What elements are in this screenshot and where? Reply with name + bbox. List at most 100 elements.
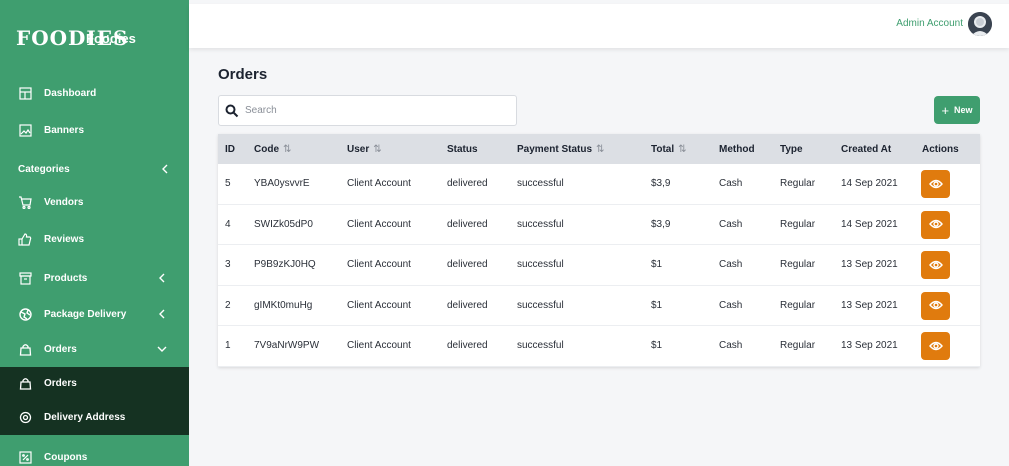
eye-icon bbox=[928, 177, 943, 192]
cell-id: 1 bbox=[225, 340, 231, 352]
avatar[interactable] bbox=[968, 12, 992, 36]
col-payment-status[interactable]: Payment Status ⇅ bbox=[517, 144, 604, 155]
cell-total: $3,9 bbox=[651, 178, 671, 190]
sidebar-item-label: Dashboard bbox=[44, 87, 97, 99]
cell-id: 3 bbox=[225, 259, 231, 271]
col-type: Type bbox=[780, 143, 803, 155]
sort-icon[interactable]: ⇅ bbox=[596, 144, 604, 155]
sidebar-item-label: Reviews bbox=[44, 233, 85, 245]
view-order-button[interactable] bbox=[921, 210, 950, 239]
brand-name: Foodies bbox=[86, 30, 136, 46]
thumbs-up-icon bbox=[18, 232, 32, 246]
sort-icon[interactable]: ⇅ bbox=[373, 144, 381, 155]
topbar: Admin Account bbox=[189, 4, 1009, 48]
globe-icon bbox=[18, 307, 32, 321]
cell-method: Cash bbox=[719, 218, 743, 230]
cell-payment-status: successful bbox=[517, 178, 564, 190]
cell-created-at: 13 Sep 2021 bbox=[841, 299, 898, 311]
cell-payment-status: successful bbox=[517, 218, 564, 230]
cell-code: SWIZk05dP0 bbox=[254, 218, 313, 230]
col-created-at: Created At bbox=[841, 143, 892, 155]
new-order-button[interactable]: + New bbox=[934, 96, 980, 124]
cell-code: YBA0ysvvrE bbox=[254, 178, 310, 190]
cell-payment-status: successful bbox=[517, 340, 564, 352]
cell-id: 5 bbox=[225, 178, 231, 190]
sidebar-item-label: Products bbox=[44, 272, 88, 284]
table-row: 4 SWIZk05dP0 Client Account delivered su… bbox=[218, 205, 980, 245]
cell-total: $1 bbox=[651, 340, 663, 352]
cell-status: delivered bbox=[447, 218, 488, 230]
chevron-left-icon bbox=[155, 307, 169, 321]
cell-type: Regular bbox=[780, 340, 816, 352]
sidebar-section-categories[interactable]: Categories bbox=[18, 164, 168, 175]
cell-status: delivered bbox=[447, 178, 488, 190]
table-row: 2 gIMKt0muHg Client Account delivered su… bbox=[218, 286, 980, 326]
eye-icon bbox=[928, 217, 943, 232]
cell-created-at: 13 Sep 2021 bbox=[841, 340, 898, 352]
plus-icon: + bbox=[941, 102, 950, 118]
col-user[interactable]: User ⇅ bbox=[347, 144, 382, 155]
sidebar-item-orders[interactable]: Orders bbox=[0, 367, 189, 399]
sidebar-item-label: Vendors bbox=[44, 196, 84, 208]
page-title: Orders bbox=[218, 66, 268, 83]
sidebar-item-label: Package Delivery bbox=[44, 308, 127, 320]
cell-created-at: 14 Sep 2021 bbox=[841, 178, 898, 190]
sidebar-item-delivery-address[interactable]: Delivery Address bbox=[0, 399, 189, 435]
sidebar-item-coupons[interactable]: Coupons bbox=[0, 442, 189, 466]
view-order-button[interactable] bbox=[921, 332, 950, 360]
cell-code: gIMKt0muHg bbox=[254, 299, 313, 311]
search-icon bbox=[225, 104, 239, 118]
cell-method: Cash bbox=[719, 299, 743, 311]
search-input[interactable] bbox=[245, 105, 505, 116]
map-pin-icon bbox=[18, 410, 32, 424]
sidebar-item-label: Orders bbox=[44, 343, 77, 355]
sort-icon[interactable]: ⇅ bbox=[283, 144, 291, 155]
chevron-left-icon bbox=[155, 271, 169, 285]
cell-user: Client Account bbox=[347, 218, 411, 230]
sidebar-item-orders-group[interactable]: Orders bbox=[0, 334, 189, 364]
eye-icon bbox=[928, 339, 943, 354]
cell-total: $3,9 bbox=[651, 218, 671, 230]
view-order-button[interactable] bbox=[921, 291, 950, 320]
sidebar-item-reviews[interactable]: Reviews bbox=[0, 224, 189, 254]
chevron-down-icon bbox=[155, 342, 169, 356]
cell-user: Client Account bbox=[347, 259, 411, 271]
chevron-left-icon bbox=[158, 162, 172, 176]
col-method: Method bbox=[719, 143, 755, 155]
col-status: Status bbox=[447, 143, 478, 155]
brand[interactable]: FOODIES Foodies bbox=[0, 0, 189, 76]
admin-account-link[interactable]: Admin Account bbox=[896, 18, 963, 29]
col-user-label: User bbox=[347, 143, 370, 155]
sidebar-item-products[interactable]: Products bbox=[0, 263, 189, 293]
cell-total: $1 bbox=[651, 259, 663, 271]
view-order-button[interactable] bbox=[921, 251, 950, 279]
table-header: ID Code ⇅ User ⇅ Status Payment Status ⇅ To… bbox=[218, 134, 980, 164]
sidebar-item-dashboard[interactable]: Dashboard bbox=[0, 78, 189, 108]
sidebar-section-label: Categories bbox=[18, 164, 70, 175]
brand-logo: FOODIES bbox=[16, 26, 129, 50]
col-code[interactable]: Code ⇅ bbox=[254, 144, 291, 155]
cell-type: Regular bbox=[780, 178, 816, 190]
sidebar-item-label: Coupons bbox=[44, 451, 88, 463]
col-total[interactable]: Total ⇅ bbox=[651, 144, 687, 155]
col-payment-label: Payment Status bbox=[517, 143, 593, 155]
orders-table: ID Code ⇅ User ⇅ Status Payment Status ⇅ To… bbox=[218, 134, 980, 367]
image-icon bbox=[18, 123, 32, 137]
cell-status: delivered bbox=[447, 340, 488, 352]
sidebar-item-package-delivery[interactable]: Package Delivery bbox=[0, 299, 189, 329]
sidebar-item-vendors[interactable]: Vendors bbox=[0, 187, 189, 217]
table-row: 3 P9B9zKJ0HQ Client Account delivered su… bbox=[218, 245, 980, 286]
cell-user: Client Account bbox=[347, 299, 411, 311]
cell-id: 4 bbox=[225, 218, 231, 230]
sidebar-item-banners[interactable]: Banners bbox=[0, 115, 189, 145]
view-order-button[interactable] bbox=[921, 170, 950, 198]
new-button-label: New bbox=[954, 105, 973, 115]
col-total-label: Total bbox=[651, 143, 675, 155]
cell-method: Cash bbox=[719, 340, 743, 352]
cell-method: Cash bbox=[719, 178, 743, 190]
cell-type: Regular bbox=[780, 218, 816, 230]
cell-created-at: 14 Sep 2021 bbox=[841, 218, 898, 230]
sort-icon[interactable]: ⇅ bbox=[678, 144, 686, 155]
cell-user: Client Account bbox=[347, 178, 411, 190]
bag-icon bbox=[18, 376, 32, 390]
